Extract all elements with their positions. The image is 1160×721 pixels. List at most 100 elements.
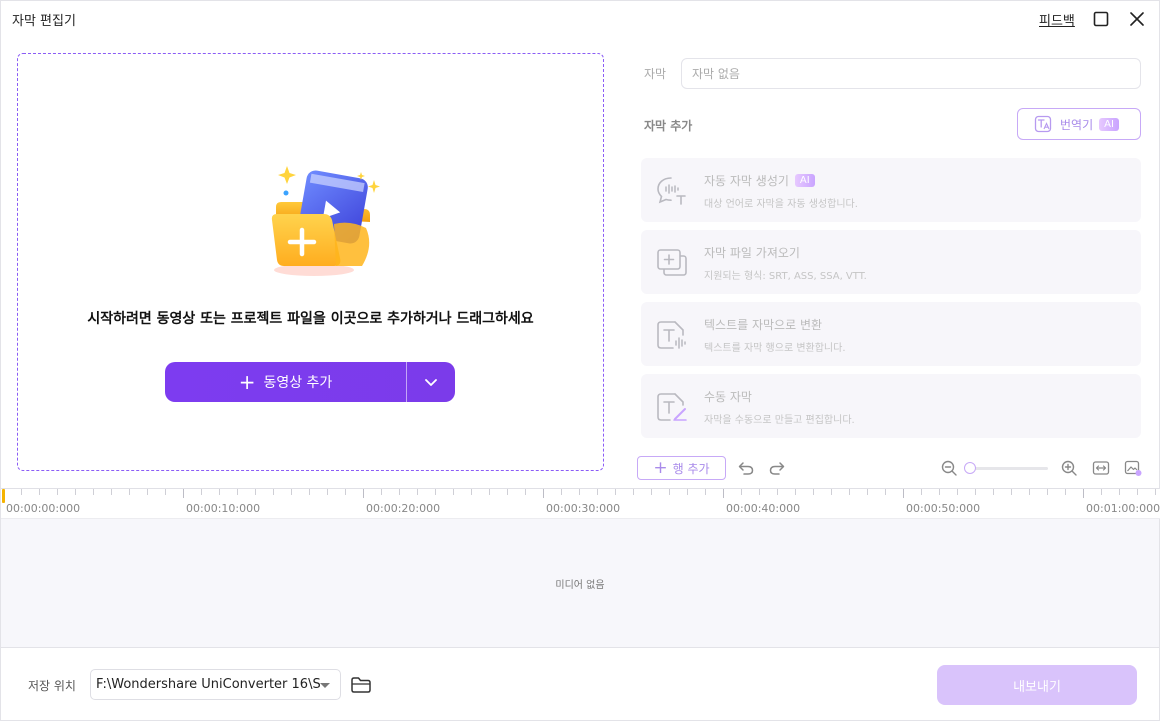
translator-button[interactable]: 번역기 AI <box>1017 108 1141 140</box>
video-drop-zone[interactable]: 시작하려면 동영상 또는 프로젝트 파일을 이곳으로 추가하거나 드래그하세요 … <box>17 53 604 471</box>
ruler-tick <box>993 489 994 495</box>
ruler-tick <box>1065 489 1066 495</box>
window-title: 자막 편집기 <box>12 14 76 29</box>
playhead[interactable] <box>2 489 5 503</box>
timeline-ruler[interactable]: 00:00:00:000 00:00:10:000 00:00:20:000 0… <box>1 489 1160 519</box>
subtitle-toolbar: + 행 추가 <box>621 454 1160 484</box>
ruler-tick <box>813 489 814 495</box>
subtitle-label: 자막 <box>644 67 667 81</box>
ruler-tick <box>435 489 436 495</box>
translate-icon <box>1034 115 1052 133</box>
main-area: 시작하려면 동영상 또는 프로젝트 파일을 이곳으로 추가하거나 드래그하세요 … <box>0 36 1160 488</box>
ruler-tick <box>1047 489 1048 495</box>
speech-bubble-icon <box>657 177 686 205</box>
no-media-text: 미디어 없음 <box>555 580 605 591</box>
subtitle-panel: 자막 자막 없음 자막 추가 번역기 AI 자동 자막 생성기 AI 대상 언어로… <box>621 36 1160 488</box>
ruler-tick <box>363 489 364 498</box>
ruler-tick <box>75 489 76 495</box>
undo-icon[interactable] <box>737 459 755 477</box>
feedback-link[interactable]: 피드백 <box>1039 10 1075 29</box>
add-subtitle-heading: 자막 추가 <box>644 119 693 133</box>
ruler-tick <box>777 489 778 495</box>
redo-icon[interactable] <box>768 459 786 477</box>
ruler-tick <box>273 489 274 495</box>
drop-instruction: 시작하려면 동영상 또는 프로젝트 파일을 이곳으로 추가하거나 드래그하세요 <box>87 311 534 327</box>
folder-icon[interactable] <box>350 675 372 695</box>
ruler-tick <box>165 489 166 495</box>
ruler-tick <box>831 489 832 495</box>
zoom-in-icon[interactable] <box>1060 459 1078 477</box>
text-to-audio-icon <box>657 321 686 349</box>
ruler-tick <box>1101 489 1102 495</box>
zoom-slider-handle[interactable] <box>964 462 976 474</box>
ruler-tick <box>381 489 382 495</box>
save-path-select[interactable]: F:\Wondershare UniConverter 16\S <box>90 669 341 700</box>
ruler-tick <box>849 489 850 495</box>
ruler-tick <box>705 489 706 495</box>
ruler-tick <box>561 489 562 495</box>
ruler-tick <box>291 489 292 495</box>
add-video-button[interactable]: + 동영상 추가 <box>165 362 406 402</box>
time-label: 00:00:50:000 <box>906 502 981 515</box>
card-description: 자막을 수동으로 만들고 편집합니다. <box>704 415 855 426</box>
ruler-tick <box>543 489 544 498</box>
ruler-tick <box>111 489 112 495</box>
add-video-button-group: + 동영상 추가 <box>165 362 455 402</box>
ruler-tick <box>687 489 688 495</box>
ruler-tick <box>1119 489 1120 495</box>
plus-icon: + <box>653 457 668 478</box>
ruler-tick <box>21 489 22 495</box>
card-description: 지원되는 형식: SRT, ASS, SSA, VTT. <box>704 271 867 282</box>
ruler-tick <box>201 489 202 495</box>
zoom-out-icon[interactable] <box>940 459 958 477</box>
time-label: 00:01:00:000 <box>1086 502 1160 515</box>
fit-width-icon[interactable] <box>1092 459 1110 477</box>
import-subtitle-card[interactable]: 자막 파일 가져오기 지원되는 형식: SRT, ASS, SSA, VTT. <box>641 230 1141 294</box>
ruler-tick <box>183 489 184 498</box>
import-file-icon <box>657 249 687 276</box>
ruler-tick <box>651 489 652 495</box>
zoom-slider-track[interactable] <box>969 467 1048 470</box>
ruler-tick <box>39 489 40 495</box>
caret-down-icon <box>320 683 330 688</box>
ai-badge: AI <box>1099 117 1119 131</box>
translator-label: 번역기 <box>1060 117 1094 132</box>
export-button[interactable]: 내보내기 <box>937 665 1137 705</box>
ruler-tick <box>921 489 922 495</box>
ruler-tick <box>939 489 940 495</box>
timeline[interactable]: 00:00:00:000 00:00:10:000 00:00:20:000 0… <box>0 488 1160 648</box>
ruler-tick <box>507 489 508 495</box>
ruler-tick <box>957 489 958 495</box>
plus-icon: + <box>238 370 256 394</box>
ruler-tick <box>723 489 724 498</box>
ruler-tick <box>759 489 760 495</box>
add-video-dropdown[interactable] <box>407 362 455 402</box>
auto-subtitle-card[interactable]: 자동 자막 생성기 AI 대상 언어로 자막을 자동 생성합니다. <box>641 158 1141 222</box>
ruler-tick <box>93 489 94 495</box>
subtitle-field[interactable]: 자막 없음 <box>681 58 1141 89</box>
card-description: 텍스트를 자막 행으로 변환합니다. <box>704 343 846 354</box>
ruler-tick <box>129 489 130 495</box>
image-settings-icon[interactable] <box>1124 459 1142 477</box>
time-label: 00:00:10:000 <box>186 502 261 515</box>
ruler-tick <box>615 489 616 495</box>
add-row-button[interactable]: + 행 추가 <box>637 456 726 480</box>
ruler-tick <box>327 489 328 495</box>
ruler-tick <box>1155 489 1156 495</box>
text-to-subtitle-card[interactable]: 텍스트를 자막으로 변환 텍스트를 자막 행으로 변환합니다. <box>641 302 1141 366</box>
close-icon[interactable] <box>1127 9 1147 29</box>
card-title: 자막 파일 가져오기 <box>704 246 800 260</box>
ruler-tick <box>309 489 310 495</box>
ruler-tick <box>1011 489 1012 495</box>
footer: 저장 위치 F:\Wondershare UniConverter 16\S 내… <box>0 648 1160 721</box>
manual-subtitle-card[interactable]: 수동 자막 자막을 수동으로 만들고 편집합니다. <box>641 374 1141 438</box>
ruler-tick <box>1083 489 1084 498</box>
maximize-icon[interactable] <box>1091 9 1111 29</box>
save-location-label: 저장 위치 <box>28 679 76 693</box>
ruler-tick <box>345 489 346 495</box>
time-label: 00:00:00:000 <box>6 502 81 515</box>
ruler-tick <box>525 489 526 495</box>
ruler-tick <box>741 489 742 495</box>
ruler-tick <box>669 489 670 495</box>
add-video-folder-illustration <box>271 166 380 276</box>
